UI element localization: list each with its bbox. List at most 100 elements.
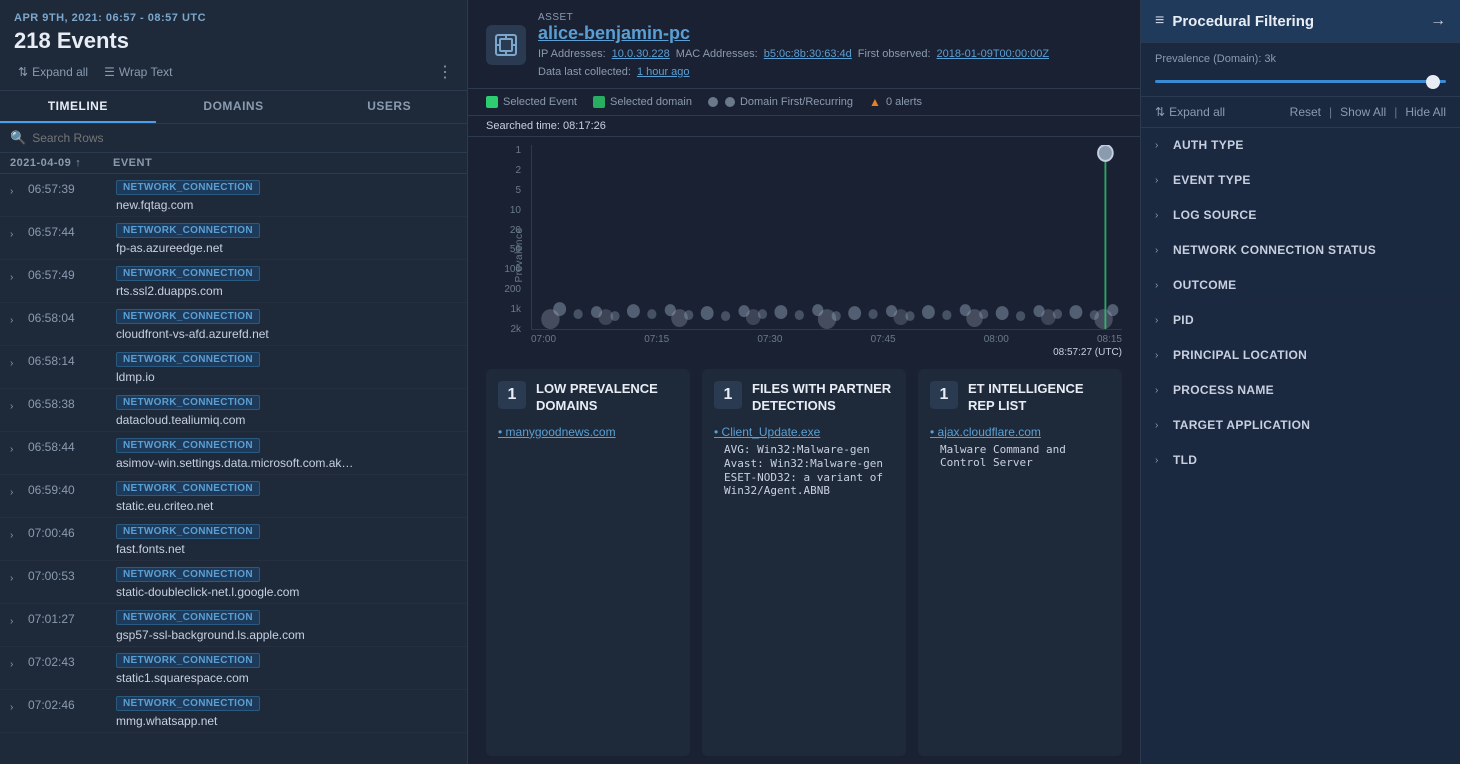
expand-arrow-7: › — [10, 487, 20, 498]
event-row[interactable]: › 06:58:14 NETWORK_CONNECTION ldmp.io — [0, 346, 467, 389]
event-domain-12: mmg.whatsapp.net — [116, 714, 217, 728]
event-content-11: NETWORK_CONNECTION static1.squarespace.c… — [116, 651, 457, 685]
show-all-link[interactable]: Show All — [1340, 105, 1386, 119]
chart-area: 1 2 5 10 20 50 100 200 1k 2k Prevalence — [468, 137, 1140, 369]
y-label-200: 200 — [504, 284, 521, 295]
filter-item-process-name[interactable]: › PROCESS NAME — [1141, 373, 1460, 408]
separator-1: | — [1329, 105, 1332, 119]
event-badge-5: NETWORK_CONNECTION — [116, 395, 260, 410]
mac-address[interactable]: b5:0c:8b:30:63:4d — [764, 48, 852, 60]
expand-arrow-8: › — [10, 530, 20, 541]
expand-arrow-6: › — [10, 444, 20, 455]
filter-item-tld[interactable]: › TLD — [1141, 443, 1460, 478]
expand-all-row: ⇅ Expand all Reset | Show All | Hide All — [1141, 97, 1460, 128]
sort-icon: ↑ — [75, 157, 81, 169]
y-label-1: 1 — [515, 145, 521, 156]
hide-all-link[interactable]: Hide All — [1405, 105, 1446, 119]
asset-name[interactable]: alice-benjamin-pc — [538, 23, 1122, 44]
more-options-button[interactable]: ⋮ — [437, 62, 453, 82]
event-time-8: 07:00:46 — [28, 522, 108, 540]
expand-arrow-4: › — [10, 358, 20, 369]
expand-all-button[interactable]: ⇅ Expand all — [14, 63, 92, 81]
event-domain-8: fast.fonts.net — [116, 542, 185, 556]
domain-first-label: Domain First/Recurring — [740, 96, 853, 108]
filter-item-outcome[interactable]: › OUTCOME — [1141, 268, 1460, 303]
search-input[interactable] — [32, 131, 457, 145]
card-item-2-0[interactable]: • ajax.cloudflare.com — [930, 425, 1110, 439]
card-subitem-2-0-0: Malware Command and Control Server — [940, 443, 1110, 469]
filter-item-event-type[interactable]: › EVENT TYPE — [1141, 163, 1460, 198]
filter-item-pid[interactable]: › PID — [1141, 303, 1460, 338]
event-row[interactable]: › 06:57:49 NETWORK_CONNECTION rts.ssl2.d… — [0, 260, 467, 303]
ip-label: IP Addresses: — [538, 48, 606, 60]
ip-address[interactable]: 10.0.30.228 — [612, 48, 670, 60]
first-observed[interactable]: 2018-01-09T00:00:00Z — [937, 48, 1050, 60]
event-row[interactable]: › 07:01:27 NETWORK_CONNECTION gsp57-ssl-… — [0, 604, 467, 647]
reset-link[interactable]: Reset — [1290, 105, 1321, 119]
event-time-10: 07:01:27 — [28, 608, 108, 626]
y-label-2: 2 — [515, 165, 521, 176]
expand-right-arrow[interactable]: → — [1430, 12, 1446, 30]
filter-item-log-source[interactable]: › LOG SOURCE — [1141, 198, 1460, 233]
event-row[interactable]: › 06:58:38 NETWORK_CONNECTION datacloud.… — [0, 389, 467, 432]
wrap-text-button[interactable]: ☰ Wrap Text — [100, 63, 176, 81]
col-event-header: EVENT — [113, 157, 457, 169]
event-row[interactable]: › 07:02:43 NETWORK_CONNECTION static1.sq… — [0, 647, 467, 690]
right-title: ≡ Procedural Filtering — [1155, 12, 1314, 30]
card-title-1: FILES WITH PARTNER DETECTIONS — [752, 381, 894, 415]
tab-domains[interactable]: DOMAINS — [156, 91, 312, 123]
event-row[interactable]: › 06:58:04 NETWORK_CONNECTION cloudfront… — [0, 303, 467, 346]
separator-2: | — [1394, 105, 1397, 119]
event-row[interactable]: › 06:57:39 NETWORK_CONNECTION new.fqtag.… — [0, 174, 467, 217]
event-row[interactable]: › 06:57:44 NETWORK_CONNECTION fp-as.azur… — [0, 217, 467, 260]
filter-chevron-9: › — [1155, 455, 1165, 466]
left-panel: APR 9TH, 2021: 06:57 - 08:57 UTC 218 Eve… — [0, 0, 468, 764]
event-time-9: 07:00:53 — [28, 565, 108, 583]
event-row[interactable]: › 07:00:46 NETWORK_CONNECTION fast.fonts… — [0, 518, 467, 561]
tab-timeline[interactable]: TIMELINE — [0, 91, 156, 123]
selected-domain-label: Selected domain — [610, 96, 692, 108]
event-time-0: 06:57:39 — [28, 178, 108, 196]
expand-arrow-11: › — [10, 659, 20, 670]
event-content-10: NETWORK_CONNECTION gsp57-ssl-background.… — [116, 608, 457, 642]
event-content-4: NETWORK_CONNECTION ldmp.io — [116, 350, 457, 384]
detection-card-0: 1 LOW PREVALENCE DOMAINS • manygoodnews.… — [486, 369, 690, 756]
card-item-0-0[interactable]: • manygoodnews.com — [498, 425, 678, 439]
event-badge-6: NETWORK_CONNECTION — [116, 438, 260, 453]
asset-icon — [486, 25, 526, 65]
data-collected[interactable]: 1 hour ago — [637, 66, 690, 78]
x-label-0700: 07:00 — [531, 334, 556, 345]
tab-users[interactable]: USERS — [311, 91, 467, 123]
detection-card-1: 1 FILES WITH PARTNER DETECTIONS • Client… — [702, 369, 906, 756]
event-domain-3: cloudfront-vs-afd.azurefd.net — [116, 327, 269, 341]
x-label-0730: 07:30 — [757, 334, 782, 345]
expand-all-button[interactable]: ⇅ Expand all — [1155, 105, 1225, 119]
filter-label-7: PROCESS NAME — [1173, 383, 1274, 397]
expand-all-arrow: ⇅ — [1155, 105, 1165, 119]
event-content-2: NETWORK_CONNECTION rts.ssl2.duapps.com — [116, 264, 457, 298]
filter-item-network-connection-status[interactable]: › NETWORK CONNECTION STATUS — [1141, 233, 1460, 268]
event-row[interactable]: › 06:58:44 NETWORK_CONNECTION asimov-win… — [0, 432, 467, 475]
event-content-5: NETWORK_CONNECTION datacloud.tealiumiq.c… — [116, 393, 457, 427]
card-subitem-1-0-1: Avast: Win32:Malware-gen — [724, 457, 894, 470]
filter-label-1: EVENT TYPE — [1173, 173, 1251, 187]
filter-label-9: TLD — [1173, 453, 1197, 467]
prevalence-slider[interactable] — [1155, 80, 1446, 83]
left-header: APR 9TH, 2021: 06:57 - 08:57 UTC 218 Eve… — [0, 0, 467, 91]
filter-item-target-application[interactable]: › TARGET APPLICATION — [1141, 408, 1460, 443]
filter-item-principal-location[interactable]: › PRINCIPAL LOCATION — [1141, 338, 1460, 373]
event-content-9: NETWORK_CONNECTION static-doubleclick-ne… — [116, 565, 457, 599]
col-date-header[interactable]: 2021-04-09 ↑ — [10, 157, 105, 169]
event-badge-7: NETWORK_CONNECTION — [116, 481, 260, 496]
card-item-1-0[interactable]: • Client_Update.exe — [714, 425, 894, 439]
event-domain-10: gsp57-ssl-background.ls.apple.com — [116, 628, 305, 642]
expand-arrow-5: › — [10, 401, 20, 412]
event-row[interactable]: › 07:02:46 NETWORK_CONNECTION mmg.whatsa… — [0, 690, 467, 733]
event-content-1: NETWORK_CONNECTION fp-as.azureedge.net — [116, 221, 457, 255]
search-container[interactable]: 🔍 — [10, 130, 457, 146]
event-row[interactable]: › 07:00:53 NETWORK_CONNECTION static-dou… — [0, 561, 467, 604]
event-time-2: 06:57:49 — [28, 264, 108, 282]
event-row[interactable]: › 06:59:40 NETWORK_CONNECTION static.eu.… — [0, 475, 467, 518]
filter-item-auth-type[interactable]: › AUTH TYPE — [1141, 128, 1460, 163]
prevalence-bar-row: Prevalence (Domain): 3k — [1141, 43, 1460, 97]
